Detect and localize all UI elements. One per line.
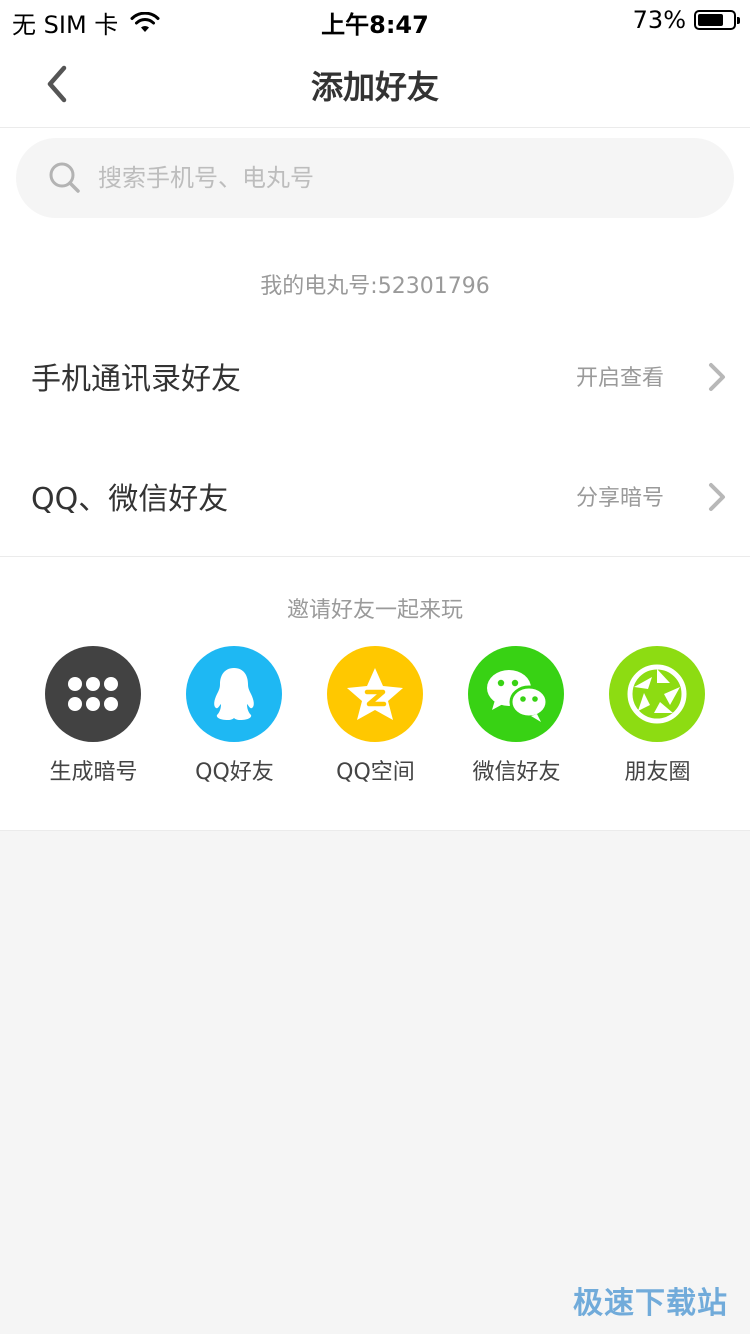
share-icon-circle [609, 646, 705, 742]
share-moments[interactable]: 朋友圈 [587, 646, 728, 796]
qq-penguin-icon [214, 668, 254, 720]
my-id-text: 我的电丸号:52301796 [260, 274, 490, 299]
chevron-right-icon [709, 483, 725, 511]
share-icon-circle [327, 646, 423, 742]
share-label: 朋友圈 [624, 760, 691, 785]
watermark-text: 极速下载站 [573, 1286, 728, 1321]
section-divider [0, 556, 750, 557]
row-qq-wechat-friends[interactable]: QQ、微信好友 分享暗号 [0, 442, 750, 552]
row-action-label: 开启查看 [575, 366, 664, 391]
share-icon-circle [468, 646, 564, 742]
section-bottom-border [0, 830, 750, 831]
share-wechat-friends[interactable]: 微信好友 [446, 646, 587, 796]
battery-percent: 73% [632, 6, 686, 34]
share-icon-circle [45, 646, 141, 742]
nav-bar: 添加好友 [0, 40, 750, 128]
status-bar: 无 SIM 卡 上午8:47 73% [0, 0, 750, 40]
dots-grid-icon [68, 677, 118, 711]
share-label: 微信好友 [472, 760, 561, 785]
share-generate-code[interactable]: 生成暗号 [23, 646, 164, 796]
content-area: 无 SIM 卡 上午8:47 73% 添加好友 我的电丸号:52301 [0, 0, 750, 831]
row-title: 手机通讯录好友 [31, 362, 241, 397]
share-qq-friends[interactable]: QQ好友 [164, 646, 305, 796]
battery-icon [694, 10, 740, 30]
invite-title: 邀请好友一起来玩 [286, 598, 463, 623]
share-label: QQ空间 [336, 760, 415, 785]
qzone-star-icon [347, 668, 403, 720]
row-title: QQ、微信好友 [31, 482, 229, 517]
row-action-label: 分享暗号 [575, 486, 664, 511]
chevron-right-icon [709, 363, 725, 391]
battery-status: 73% [632, 6, 740, 34]
moments-shutter-icon [627, 664, 687, 724]
wechat-icon [487, 670, 549, 722]
share-label: QQ好友 [195, 760, 274, 785]
search-input[interactable] [96, 163, 660, 193]
share-icon-circle [186, 646, 282, 742]
share-qzone[interactable]: QQ空间 [305, 646, 446, 796]
search-icon [49, 162, 80, 193]
page-title: 添加好友 [310, 68, 439, 106]
share-label: 生成暗号 [49, 760, 138, 785]
row-contacts-friends[interactable]: 手机通讯录好友 开启查看 [0, 322, 750, 432]
search-bar[interactable] [16, 138, 734, 218]
battery-level-fill [698, 14, 723, 26]
